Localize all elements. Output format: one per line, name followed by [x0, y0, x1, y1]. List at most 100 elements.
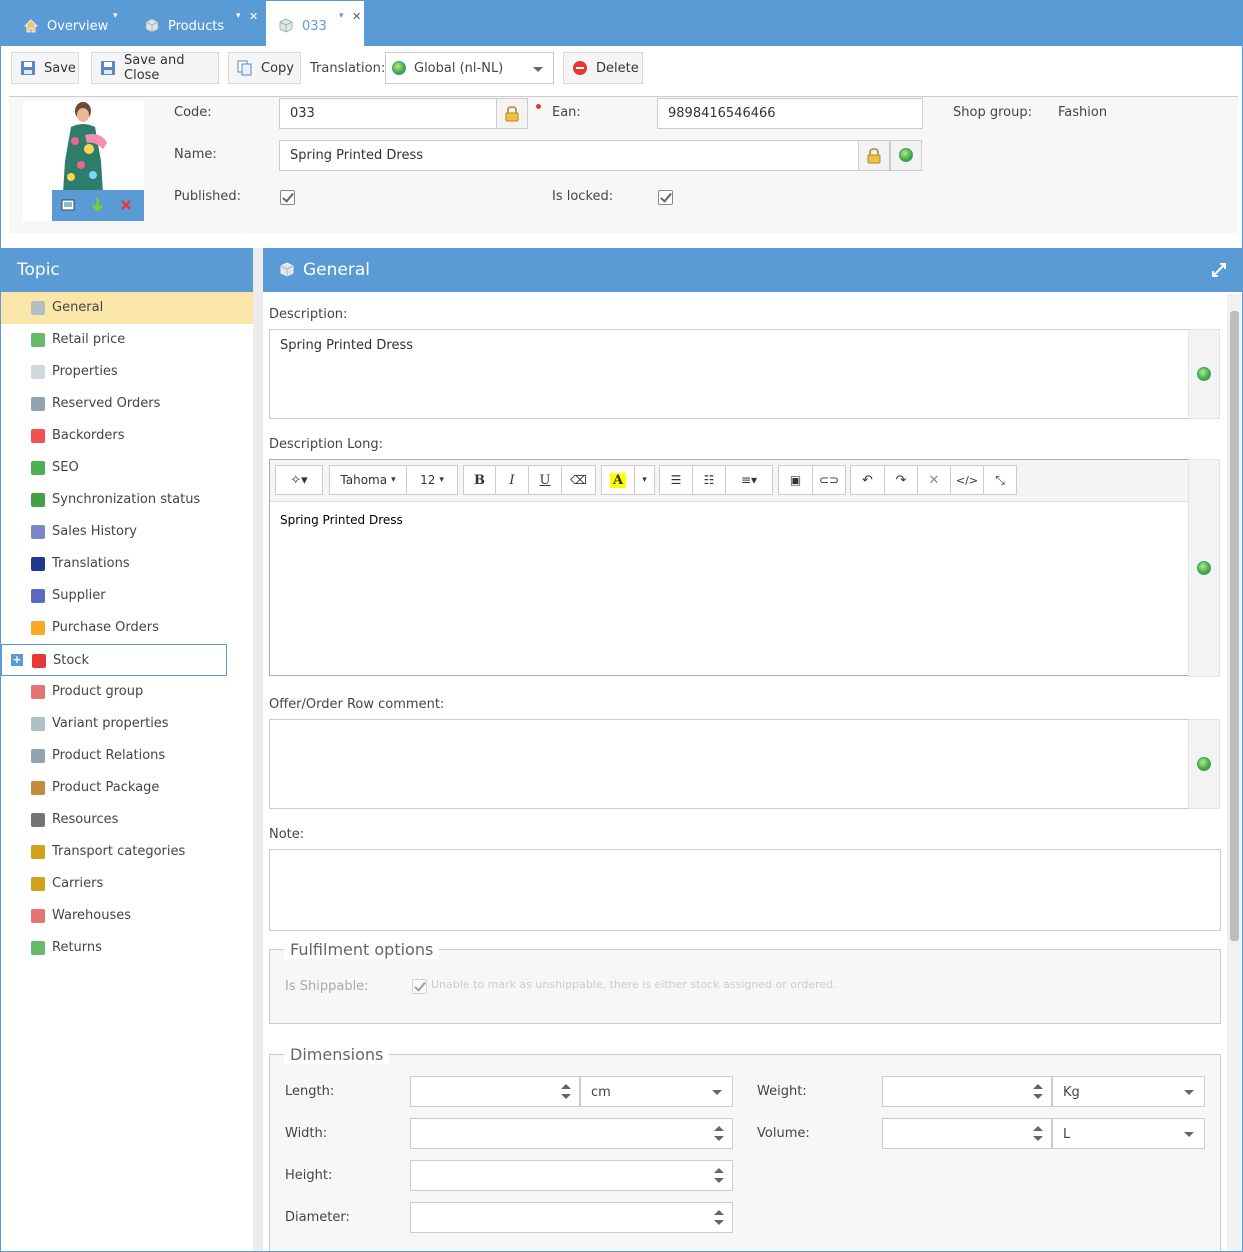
redo-button[interactable]: ↷ — [884, 465, 918, 495]
spin-down-icon[interactable] — [714, 1220, 724, 1225]
offer-comment-translate-button[interactable] — [1188, 719, 1220, 809]
spin-down-icon[interactable] — [1033, 1094, 1043, 1099]
translation-select[interactable]: Global (nl-NL) — [385, 52, 554, 84]
shippable-label: Is Shippable: — [285, 979, 369, 994]
name-translate-button[interactable] — [890, 140, 922, 171]
topic-item-synchronization-status[interactable]: Synchronization status — [1, 484, 253, 516]
topic-item-translations[interactable]: Translations — [1, 548, 253, 580]
font-family-select[interactable]: Tahoma ▾ — [329, 465, 407, 495]
upload-image-icon[interactable] — [61, 198, 76, 213]
volume-unit-select[interactable]: L — [1052, 1118, 1205, 1149]
topic-item-variant-properties[interactable]: Variant properties — [1, 708, 253, 740]
align-button[interactable]: ≡▾ — [725, 465, 773, 495]
name-field[interactable]: Spring Printed Dress — [279, 140, 859, 171]
tab-product-033[interactable]: 033 ▾ ✕ — [266, 1, 364, 46]
topic-item-resources[interactable]: Resources — [1, 804, 253, 836]
published-checkbox[interactable] — [280, 190, 295, 205]
vertical-scrollbar[interactable] — [1227, 294, 1241, 1251]
weight-unit-select[interactable]: Kg — [1052, 1076, 1205, 1107]
close-icon[interactable]: ✕ — [249, 10, 258, 23]
insert-image-button[interactable]: ▣ — [778, 465, 813, 495]
lock-icon — [867, 148, 881, 164]
insert-link-button[interactable]: ⊂⊃ — [812, 465, 846, 495]
delete-button[interactable]: Delete — [563, 52, 643, 84]
note-textarea[interactable] — [269, 849, 1221, 931]
color-dropdown-button[interactable]: ▾ — [634, 465, 655, 495]
spin-down-icon[interactable] — [714, 1136, 724, 1141]
width-input[interactable] — [410, 1118, 733, 1149]
topic-item-returns[interactable]: Returns — [1, 932, 253, 964]
panel-splitter[interactable] — [253, 248, 263, 1251]
topic-item-retail-price[interactable]: Retail price — [1, 324, 253, 356]
length-input[interactable] — [410, 1076, 580, 1107]
tab-menu-icon[interactable]: ▾ — [236, 11, 241, 21]
topic-item-product-group[interactable]: Product group — [1, 676, 253, 708]
spin-up-icon[interactable] — [714, 1210, 724, 1215]
scrollbar-thumb[interactable] — [1230, 311, 1239, 941]
topic-item-stock[interactable]: + Stock — [1, 644, 227, 676]
tab-menu-icon[interactable]: ▾ — [339, 11, 344, 21]
spin-up-icon[interactable] — [1033, 1126, 1043, 1131]
diameter-input[interactable] — [410, 1202, 733, 1233]
spin-up-icon[interactable] — [714, 1126, 724, 1131]
topic-item-reserved-orders[interactable]: Reserved Orders — [1, 388, 253, 420]
volume-input[interactable] — [882, 1118, 1052, 1149]
spin-down-icon[interactable] — [714, 1178, 724, 1183]
expand-icon[interactable]: + — [11, 654, 23, 666]
topic-item-warehouses[interactable]: Warehouses — [1, 900, 253, 932]
underline-button[interactable]: U — [528, 465, 562, 495]
unordered-list-button[interactable]: ☷ — [692, 465, 726, 495]
topic-item-transport-categories[interactable]: Transport categories — [1, 836, 253, 868]
spin-down-icon[interactable] — [1033, 1136, 1043, 1141]
weight-input[interactable] — [882, 1076, 1052, 1107]
download-icon[interactable] — [90, 197, 105, 213]
description-long-translate-button[interactable] — [1188, 459, 1220, 677]
topic-item-sales-history[interactable]: Sales History — [1, 516, 253, 548]
copy-button[interactable]: Copy — [228, 52, 301, 84]
bold-button[interactable]: B — [463, 465, 496, 495]
topic-item-seo[interactable]: SEO — [1, 452, 253, 484]
remove-image-icon[interactable] — [120, 199, 132, 211]
save-and-close-button[interactable]: Save and Close — [91, 52, 219, 84]
tab-overview[interactable]: Overview ▾ — [21, 1, 131, 46]
spin-down-icon[interactable] — [561, 1094, 571, 1099]
offer-comment-textarea[interactable] — [269, 719, 1189, 809]
font-size-select[interactable]: 12 ▾ — [406, 465, 458, 495]
undo-button[interactable]: ↶ — [850, 465, 885, 495]
topic-item-product-package[interactable]: Product Package — [1, 772, 253, 804]
topic-item-general[interactable]: General — [1, 292, 253, 324]
ean-field[interactable]: 9898416546466 — [657, 98, 923, 129]
save-button[interactable]: Save — [11, 52, 79, 84]
backorder-icon — [31, 429, 45, 443]
topic-item-carriers[interactable]: Carriers — [1, 868, 253, 900]
tab-menu-icon[interactable]: ▾ — [113, 11, 118, 21]
remove-format-button[interactable]: ✕ — [917, 465, 951, 495]
spin-up-icon[interactable] — [714, 1168, 724, 1173]
description-textarea[interactable]: Spring Printed Dress — [269, 329, 1189, 419]
code-view-button[interactable]: </> — [950, 465, 984, 495]
topic-item-product-relations[interactable]: Product Relations — [1, 740, 253, 772]
magic-wand-button[interactable]: ✧▾ — [275, 465, 323, 495]
topic-item-backorders[interactable]: Backorders — [1, 420, 253, 452]
highlight-color-button[interactable]: A — [601, 465, 635, 495]
fullscreen-button[interactable]: ⤡ — [983, 465, 1017, 495]
description-translate-button[interactable] — [1188, 329, 1220, 419]
topic-item-purchase-orders[interactable]: Purchase Orders — [1, 612, 253, 644]
length-unit-select[interactable]: cm — [580, 1076, 733, 1107]
italic-button[interactable]: I — [495, 465, 529, 495]
description-long-content[interactable]: Spring Printed Dress — [280, 513, 403, 527]
ordered-list-button[interactable]: ☰ — [659, 465, 693, 495]
code-field[interactable]: 033 — [279, 98, 497, 129]
topic-item-supplier[interactable]: Supplier — [1, 580, 253, 612]
topic-item-properties[interactable]: Properties — [1, 356, 253, 388]
height-input[interactable] — [410, 1160, 733, 1191]
close-icon[interactable]: ✕ — [352, 10, 361, 23]
spin-up-icon[interactable] — [561, 1084, 571, 1089]
spin-up-icon[interactable] — [1033, 1084, 1043, 1089]
expand-icon[interactable] — [1212, 263, 1226, 277]
code-lock-button[interactable] — [496, 98, 528, 129]
locked-checkbox[interactable] — [658, 190, 673, 205]
name-lock-button[interactable] — [858, 140, 890, 171]
tab-products[interactable]: Products ▾ ✕ — [141, 1, 263, 46]
clear-format-button[interactable]: ⌫ — [561, 465, 596, 495]
